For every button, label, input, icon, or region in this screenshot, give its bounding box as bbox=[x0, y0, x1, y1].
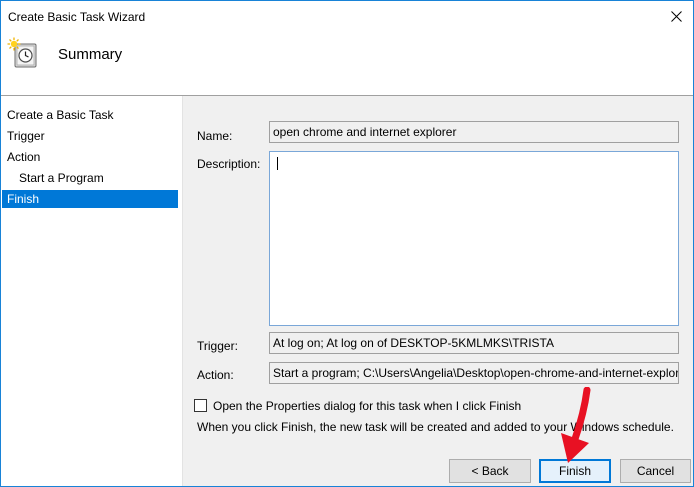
wizard-header: Summary bbox=[1, 32, 693, 96]
wizard-step-nav: Create a Basic Task Trigger Action Start… bbox=[1, 96, 183, 486]
nav-item-trigger[interactable]: Trigger bbox=[2, 127, 178, 145]
finish-info-text: When you click Finish, the new task will… bbox=[197, 420, 674, 434]
name-field[interactable]: open chrome and internet explorer bbox=[269, 121, 679, 143]
back-button[interactable]: < Back bbox=[449, 459, 531, 483]
open-properties-checkbox[interactable] bbox=[194, 399, 207, 412]
nav-item-finish[interactable]: Finish bbox=[2, 190, 178, 208]
close-button[interactable] bbox=[665, 5, 687, 27]
nav-item-create-basic-task[interactable]: Create a Basic Task bbox=[2, 106, 178, 124]
trigger-field[interactable]: At log on; At log on of DESKTOP-5KMLMKS\… bbox=[269, 332, 679, 354]
close-icon bbox=[670, 10, 682, 22]
scheduled-task-clock-icon bbox=[7, 37, 37, 68]
action-label: Action: bbox=[197, 368, 234, 382]
finish-button[interactable]: Finish bbox=[539, 459, 611, 483]
page-title: Summary bbox=[58, 46, 123, 63]
cancel-button[interactable]: Cancel bbox=[620, 459, 691, 483]
nav-item-action[interactable]: Action bbox=[2, 148, 178, 166]
text-caret bbox=[277, 157, 278, 170]
trigger-label: Trigger: bbox=[197, 339, 238, 353]
window-title: Create Basic Task Wizard bbox=[8, 10, 146, 24]
description-label: Description: bbox=[197, 157, 261, 171]
create-basic-task-wizard-window: Create Basic Task Wizard Summary Create … bbox=[0, 0, 694, 487]
open-properties-label[interactable]: Open the Properties dialog for this task… bbox=[213, 399, 521, 413]
title-bar: Create Basic Task Wizard bbox=[1, 1, 693, 32]
nav-item-start-a-program[interactable]: Start a Program bbox=[2, 169, 178, 187]
name-label: Name: bbox=[197, 129, 233, 143]
action-field[interactable]: Start a program; C:\Users\Angelia\Deskto… bbox=[269, 362, 679, 384]
description-field[interactable] bbox=[269, 151, 679, 326]
